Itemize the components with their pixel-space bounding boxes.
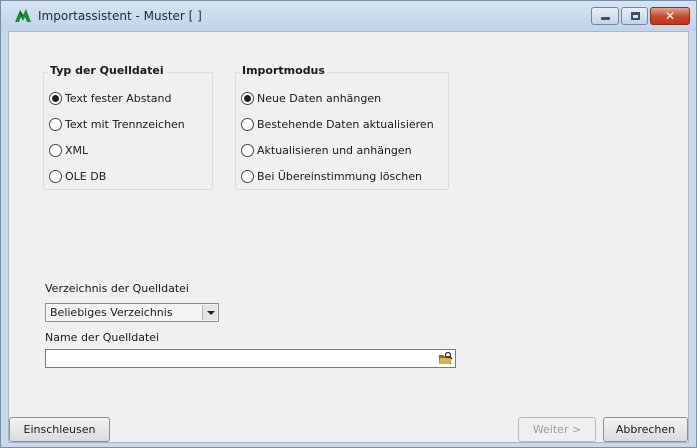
title-bar[interactable]: Importassistent - Muster [ ] ✕ (1, 1, 696, 31)
chevron-down-icon[interactable] (202, 305, 217, 320)
radio-button[interactable] (49, 117, 62, 131)
close-icon: ✕ (664, 9, 676, 23)
radio-label: Bestehende Daten aktualisieren (257, 117, 434, 131)
load-button[interactable]: Einschleusen (9, 417, 110, 442)
maximize-icon (631, 12, 640, 20)
radio-ole-db[interactable]: OLE DB (49, 168, 106, 184)
radio-button[interactable] (49, 143, 62, 157)
radio-update-existing[interactable]: Bestehende Daten aktualisieren (241, 116, 434, 132)
radio-text-fixed-width[interactable]: Text fester Abstand (49, 90, 171, 106)
app-logo-icon (15, 9, 31, 22)
radio-button[interactable] (241, 117, 254, 131)
source-file-input[interactable] (45, 349, 456, 368)
radio-update-and-append[interactable]: Aktualisieren und anhängen (241, 142, 412, 158)
source-dir-dropdown[interactable]: Beliebiges Verzeichnis (45, 303, 219, 322)
source-type-group: Typ der Quelldatei Text fester Abstand T… (43, 64, 213, 190)
radio-label: Bei Übereinstimmung löschen (257, 169, 422, 183)
radio-label: Text mit Trennzeichen (65, 117, 185, 131)
radio-button[interactable] (241, 169, 254, 183)
source-type-heading: Typ der Quelldatei (48, 64, 166, 77)
minimize-button[interactable] (591, 7, 619, 25)
close-button[interactable]: ✕ (650, 7, 690, 25)
radio-button[interactable] (49, 169, 62, 183)
radio-button[interactable] (241, 91, 254, 105)
source-file-label: Name der Quelldatei (45, 331, 160, 344)
radio-label: XML (65, 143, 89, 157)
import-mode-group: Importmodus Neue Daten anhängen Bestehen… (235, 64, 449, 190)
folder-browse-icon[interactable] (438, 351, 453, 366)
source-dir-value: Beliebiges Verzeichnis (50, 306, 173, 319)
radio-label: Aktualisieren und anhängen (257, 143, 412, 157)
radio-button[interactable] (241, 143, 254, 157)
radio-label: Text fester Abstand (65, 91, 172, 105)
maximize-button[interactable] (621, 7, 648, 25)
source-dir-label: Verzeichnis der Quelldatei (45, 282, 189, 295)
dialog-body: Typ der Quelldatei Text fester Abstand T… (8, 31, 689, 443)
radio-button[interactable] (49, 91, 62, 105)
import-mode-heading: Importmodus (240, 64, 327, 77)
radio-append-new[interactable]: Neue Daten anhängen (241, 90, 381, 106)
radio-label: OLE DB (65, 169, 107, 183)
window-title: Importassistent - Muster [ ] (38, 9, 202, 23)
radio-delete-on-match[interactable]: Bei Übereinstimmung löschen (241, 168, 422, 184)
minimize-icon (601, 17, 610, 20)
import-wizard-window: Importassistent - Muster [ ] ✕ Typ der Q… (0, 0, 697, 448)
radio-label: Neue Daten anhängen (257, 91, 382, 105)
cancel-button[interactable]: Abbrechen (603, 417, 688, 442)
radio-xml[interactable]: XML (49, 142, 88, 158)
radio-text-delimited[interactable]: Text mit Trennzeichen (49, 116, 185, 132)
next-button[interactable]: Weiter > (518, 417, 596, 442)
